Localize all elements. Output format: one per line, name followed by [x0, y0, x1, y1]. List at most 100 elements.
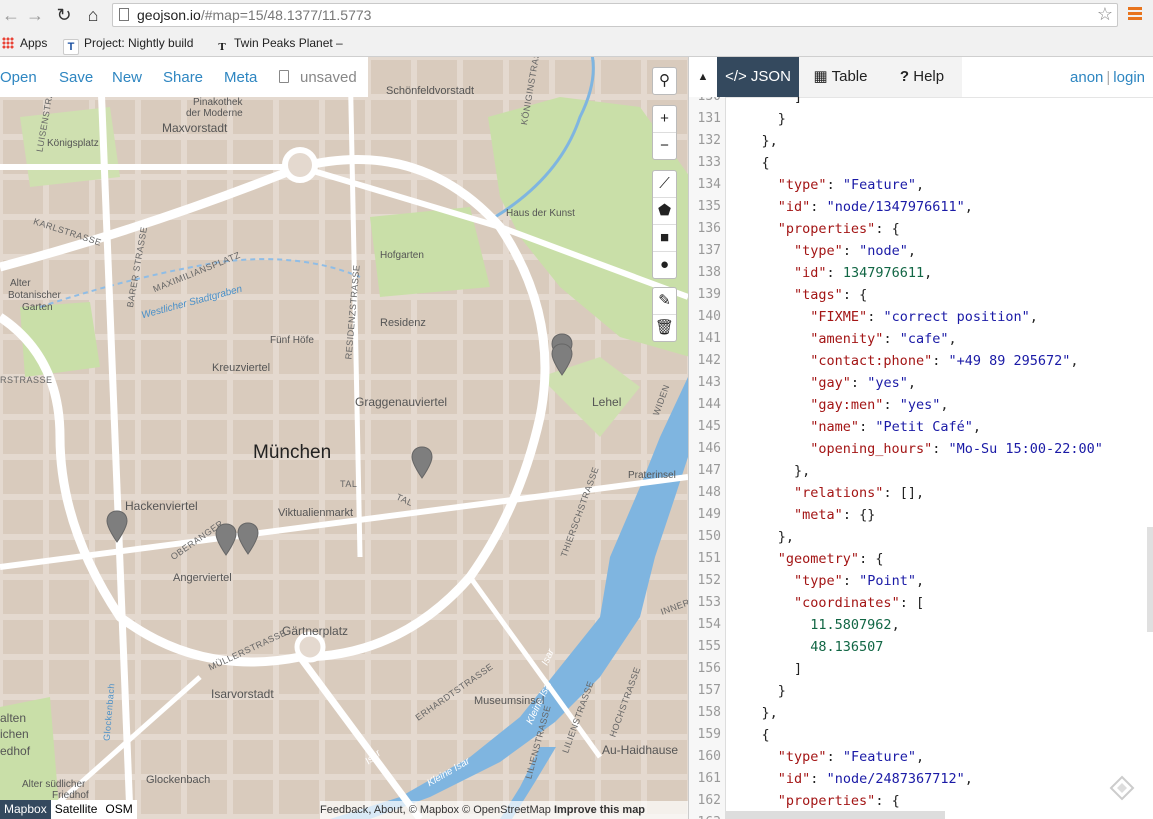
about-link[interactable]: About — [374, 804, 403, 816]
bookmark-project-nightly[interactable]: T Project: Nightly build — [63, 36, 199, 55]
zoom-in-button[interactable]: + — [653, 106, 676, 133]
code-line[interactable]: 138 "id": 1347976611, — [689, 262, 1153, 284]
draw-polygon-icon[interactable]: ⬟ — [653, 198, 676, 225]
code-line[interactable]: 162 "properties": { — [689, 790, 1153, 812]
meta-button[interactable]: Meta — [224, 69, 257, 86]
line-number: 150 — [697, 529, 721, 544]
bookmarks-bar: Apps T Project: Nightly build T Twin Peaks… — [0, 32, 1153, 57]
login-link[interactable]: login — [1113, 69, 1145, 86]
feedback-link[interactable]: Feedback — [320, 804, 368, 816]
code-line[interactable]: 143 "gay": "yes", — [689, 372, 1153, 394]
back-icon[interactable]: ← — [0, 4, 22, 26]
anon-link[interactable]: anon — [1070, 69, 1103, 86]
json-editor[interactable]: 130 ]131 }132 },133 {134 "type": "Featur… — [689, 97, 1153, 819]
code-line[interactable]: 133 { — [689, 152, 1153, 174]
line-number: 152 — [697, 573, 721, 588]
panel-tabs: ▲ </> JSON ▦ Table ? Help anon | login — [689, 57, 1153, 98]
code-line[interactable]: 146 "opening_hours": "Mo-Su 15:00-22:00" — [689, 438, 1153, 460]
side-panel: ▲ </> JSON ▦ Table ? Help anon|login 130… — [688, 57, 1153, 819]
open-button[interactable]: Open — [0, 69, 37, 86]
reload-icon[interactable]: ↻ — [53, 4, 75, 26]
code-line[interactable]: 140 "FIXME": "correct position", — [689, 306, 1153, 328]
vertical-scrollbar[interactable] — [1147, 527, 1153, 632]
url-text[interactable]: geojson.io/#map=15/48.1377/11.5773 — [137, 7, 371, 23]
code-line[interactable]: 135 "id": "node/1347976611", — [689, 196, 1153, 218]
edit-layers-icon[interactable]: ✎ — [653, 288, 676, 315]
horizontal-scrollbar[interactable] — [725, 811, 945, 819]
code-line[interactable]: 130 ] — [689, 97, 1153, 108]
share-button[interactable]: Share — [163, 69, 203, 86]
edit-toolbar: ✎ 🗑 — [652, 287, 677, 342]
map-marker[interactable] — [106, 510, 128, 544]
code-line[interactable]: 159 { — [689, 724, 1153, 746]
zoom-out-button[interactable]: − — [653, 133, 676, 159]
code-line[interactable]: 153 "coordinates": [ — [689, 592, 1153, 614]
code-line[interactable]: 150 }, — [689, 526, 1153, 548]
code-line[interactable]: 152 "type": "Point", — [689, 570, 1153, 592]
draw-rectangle-icon[interactable]: ■ — [653, 225, 676, 252]
bookmark-twin-peaks[interactable]: T Twin Peaks Planet – — [215, 36, 342, 54]
mapbox-credit-link[interactable]: © Mapbox — [409, 804, 459, 816]
collapse-panel-icon[interactable]: ▲ — [689, 57, 717, 97]
code-line[interactable]: 149 "meta": {} — [689, 504, 1153, 526]
new-button[interactable]: New — [112, 69, 142, 86]
code-line[interactable]: 156 ] — [689, 658, 1153, 680]
delete-layers-icon[interactable]: 🗑 — [653, 315, 676, 341]
code-line[interactable]: 137 "type": "node", — [689, 240, 1153, 262]
draw-line-icon[interactable]: ⟋ — [653, 171, 676, 198]
map-label-garten: Garten — [22, 302, 53, 313]
save-button[interactable]: Save — [59, 69, 93, 86]
code-line[interactable]: 145 "name": "Petit Café", — [689, 416, 1153, 438]
draw-marker-icon[interactable]: ● — [653, 252, 676, 278]
osm-credit-link[interactable]: © OpenStreetMap — [462, 804, 551, 816]
bookmark-star-icon[interactable]: ☆ — [1097, 4, 1113, 25]
code-line[interactable]: 158 }, — [689, 702, 1153, 724]
code-line[interactable]: 131 } — [689, 108, 1153, 130]
tab-json-label: JSON — [750, 68, 791, 85]
layer-satellite[interactable]: Satellite — [51, 800, 102, 819]
code-line[interactable]: 139 "tags": { — [689, 284, 1153, 306]
code-line[interactable]: 147 }, — [689, 460, 1153, 482]
code-line[interactable]: 155 48.136507 — [689, 636, 1153, 658]
code-text: ] — [729, 97, 803, 105]
forward-icon[interactable]: → — [24, 4, 46, 26]
line-number: 137 — [697, 243, 721, 258]
code-line[interactable]: 161 "id": "node/2487367712", — [689, 768, 1153, 790]
code-text: } — [729, 683, 786, 699]
map-view[interactable]: Maxvorstadt Pinakothek der Moderne König… — [0, 57, 688, 819]
code-line[interactable]: 136 "properties": { — [689, 218, 1153, 240]
home-icon[interactable]: ⌂ — [82, 4, 104, 26]
code-line[interactable]: 157 } — [689, 680, 1153, 702]
bookmark-apps[interactable]: Apps — [2, 36, 47, 50]
code-line[interactable]: 142 "contact:phone": "+49 89 295672", — [689, 350, 1153, 372]
search-icon[interactable]: ⚲ — [653, 68, 676, 94]
code-text: "type": "Feature", — [777, 749, 925, 765]
line-number: 157 — [697, 683, 721, 698]
code-line[interactable]: 132 }, — [689, 130, 1153, 152]
code-text: "properties": { — [777, 221, 900, 237]
map-marker[interactable] — [411, 446, 433, 480]
map-label-edhof: edhof — [0, 744, 31, 758]
layer-osm[interactable]: OSM — [101, 800, 136, 819]
map-label-haus-der-kunst: Haus der Kunst — [506, 208, 575, 219]
code-line[interactable]: 141 "amenity": "cafe", — [689, 328, 1153, 350]
map-marker[interactable] — [551, 343, 573, 377]
line-number: 155 — [697, 639, 721, 654]
map-marker[interactable] — [215, 523, 237, 557]
tab-help[interactable]: ? Help — [882, 57, 962, 97]
code-line[interactable]: 144 "gay:men": "yes", — [689, 394, 1153, 416]
map-marker[interactable] — [237, 522, 259, 556]
code-line[interactable]: 134 "type": "Feature", — [689, 174, 1153, 196]
code-line[interactable]: 148 "relations": [], — [689, 482, 1153, 504]
code-line[interactable]: 151 "geometry": { — [689, 548, 1153, 570]
browser-menu-icon[interactable] — [1128, 7, 1142, 23]
tab-table[interactable]: ▦ Table — [799, 57, 882, 97]
improve-map-link[interactable]: Improve this map — [554, 804, 645, 816]
line-number: 159 — [697, 727, 721, 742]
tab-json[interactable]: </> JSON — [717, 57, 799, 97]
code-line[interactable]: 160 "type": "Feature", — [689, 746, 1153, 768]
layer-mapbox[interactable]: Mapbox — [0, 800, 51, 819]
map-label-alter-suedlicher: Alter südlicher — [22, 779, 86, 790]
address-bar[interactable]: geojson.io/#map=15/48.1377/11.5773 ☆ — [112, 3, 1118, 27]
code-line[interactable]: 154 11.5807962, — [689, 614, 1153, 636]
